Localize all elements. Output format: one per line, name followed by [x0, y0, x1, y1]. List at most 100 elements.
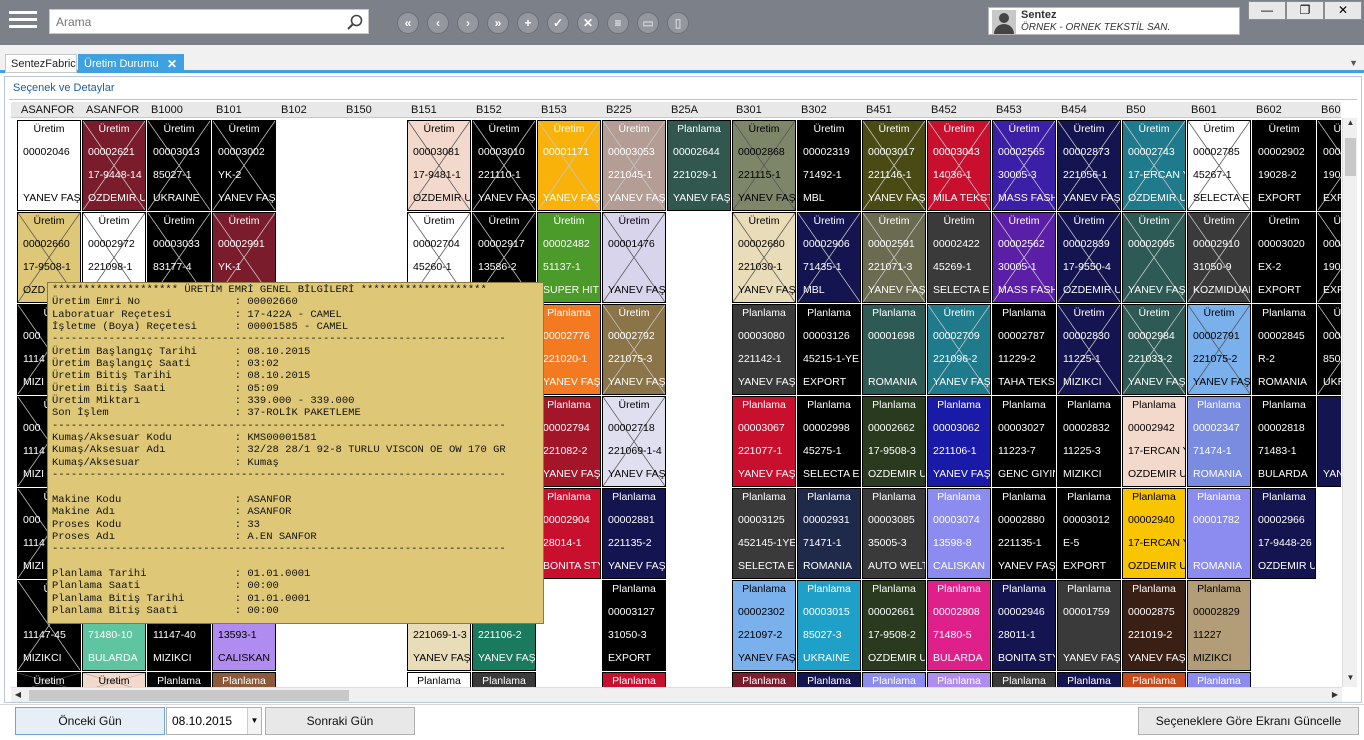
order-card[interactable]: Planlama 00002931 71471-1 ROMANIA: [797, 488, 861, 579]
order-card[interactable]: Planlama: [797, 672, 861, 687]
order-card[interactable]: Üretim 00002743 17-ERCAN Y OZDEMIR U: [1122, 120, 1186, 211]
add-button[interactable]: +: [517, 12, 539, 34]
order-card[interactable]: Planlama 00003062 221106-1 YANEV FAŞI: [927, 396, 991, 487]
column-header[interactable]: B50: [1126, 104, 1146, 116]
order-card[interactable]: Planlama 00002662 17-9508-3 OZDEMIR U: [862, 396, 926, 487]
list-button[interactable]: ≡: [607, 12, 629, 34]
order-card[interactable]: Üretim 00002791 221075-2 YANEV FAŞI: [1187, 304, 1251, 395]
column-header[interactable]: B152: [476, 104, 502, 116]
order-card[interactable]: Planlama: [862, 672, 926, 687]
order-card[interactable]: Üretim 00003017 221146-1 YANEV FAŞI: [862, 120, 926, 211]
order-card[interactable]: Planlama 00003080 221142-1 YANEV FAŞI: [732, 304, 796, 395]
order-card[interactable]: Üretim 00002839 17-9550-4 OZDEMIR U: [1057, 212, 1121, 303]
refresh-screen-button[interactable]: Seçeneklere Göre Ekranı Güncelle: [1138, 707, 1359, 735]
order-card[interactable]: Planlama: [992, 672, 1056, 687]
column-header[interactable]: B453: [996, 104, 1022, 116]
scroll-down-icon[interactable]: ▼: [1343, 673, 1358, 687]
order-card[interactable]: Planlama 00002787 11229-2 TAHA TEKS: [992, 304, 1056, 395]
order-card[interactable]: Planlama 00002776 221020-1 YANEV FAŞI: [537, 304, 601, 395]
order-card[interactable]: Üretim 00002422 45269-1 SELECTA ED: [927, 212, 991, 303]
next-day-button[interactable]: Sonraki Gün: [265, 707, 415, 735]
date-picker[interactable]: 08.10.2015 ▼: [166, 707, 262, 735]
order-card[interactable]: Üretim 00001476 YANEV FAŞI: [602, 212, 666, 303]
column-header[interactable]: B25A: [671, 104, 698, 116]
order-card[interactable]: Üretim 00003002 YK-2 YANEV FAŞI: [212, 120, 276, 211]
order-card[interactable]: Üretim 00002910 31050-9 KOZMIDUAI: [1187, 212, 1251, 303]
column-header[interactable]: B452: [931, 104, 957, 116]
order-card[interactable]: Planlama 00003125 452145-1YE SELECTA ED: [732, 488, 796, 579]
order-card[interactable]: Planlama: [472, 672, 536, 687]
column-header[interactable]: B1000: [151, 104, 183, 116]
column-header[interactable]: B102: [281, 104, 307, 116]
order-card[interactable]: Planlama 00003012 E-5 EXPORT: [1057, 488, 1121, 579]
order-card[interactable]: Planlama 00002818 71483-1 BULARDA: [1252, 396, 1316, 487]
order-card[interactable]: Planlama 00001759 YANEV FAŞI: [1057, 580, 1121, 671]
order-card[interactable]: Üretim 00002565 30005-3 MASS FASH: [992, 120, 1056, 211]
order-card[interactable]: Planlama 00002880 221135-1 YANEV FAŞI: [992, 488, 1056, 579]
order-card[interactable]: Planlama 00002808 71480-5 BULARDA: [927, 580, 991, 671]
order-card[interactable]: Üretim 00003010 221110-1 YANEV FAŞI: [472, 120, 536, 211]
order-card[interactable]: Planlama 00003126 45215-1-YE EXPORT: [797, 304, 861, 395]
order-card[interactable]: Planlama 00003127 31050-3 EXPORT: [602, 580, 666, 671]
column-header[interactable]: ASANFOR: [86, 104, 139, 116]
order-card[interactable]: Planlama 00002998 45275-1 SELECTA ED: [797, 396, 861, 487]
order-card[interactable]: Planlama 00002904 28014-1 BONITA STY: [537, 488, 601, 579]
order-card[interactable]: Üretim 00002868 221115-1 YANEV FAŞI: [732, 120, 796, 211]
order-card[interactable]: Üretim 00001171 YANEV FAŞI: [537, 120, 601, 211]
order-card[interactable]: Planlama 00002832 11225-3 MIZIKCI: [1057, 396, 1121, 487]
search-icon[interactable]: [346, 13, 364, 31]
column-header[interactable]: B601: [1191, 104, 1217, 116]
order-card[interactable]: Üretim 00002830 11225-1 MIZIKCI: [1057, 304, 1121, 395]
order-card[interactable]: Üretim: [17, 672, 81, 687]
column-header[interactable]: B603: [1321, 104, 1341, 116]
column-header[interactable]: B454: [1061, 104, 1087, 116]
column-header[interactable]: B301: [736, 104, 762, 116]
order-card[interactable]: Üretim 00002 850 UKR: [1317, 304, 1341, 395]
order-card[interactable]: Üretim 00002319 71492-1 MBL: [797, 120, 861, 211]
order-card[interactable]: Planlama 00003074 13598-8 CALISKAN: [927, 488, 991, 579]
order-card[interactable]: Planlama: [147, 672, 211, 687]
scroll-right-icon[interactable]: ▶: [1328, 688, 1342, 703]
order-card[interactable]: Üretim 00002792 221075-3 YANEV FAŞI: [602, 304, 666, 395]
order-card[interactable]: Üretim 00002709 221096-2 YANEV FAŞI: [927, 304, 991, 395]
column-header[interactable]: B150: [346, 104, 372, 116]
order-card[interactable]: Üretim 00002680 221030-1 YANEV FAŞI: [732, 212, 796, 303]
column-header[interactable]: B153: [541, 104, 567, 116]
order-card[interactable]: Planlama: [1122, 672, 1186, 687]
order-card[interactable]: Planlama 00001698 ROMANIA: [862, 304, 926, 395]
column-header[interactable]: B225: [606, 104, 632, 116]
save-button[interactable]: ✓: [547, 12, 569, 34]
column-header[interactable]: B101: [216, 104, 242, 116]
order-card[interactable]: Planlama 00002881 221135-2 YANEV FAŞI: [602, 488, 666, 579]
order-card[interactable]: Planlama: [927, 672, 991, 687]
order-card[interactable]: Planlama 00002940 17-ERCAN Y OZDEMIR U: [1122, 488, 1186, 579]
last-record-button[interactable]: »: [487, 12, 509, 34]
scroll-left-icon[interactable]: ◀: [11, 688, 25, 703]
order-card[interactable]: Planlama 00002661 17-9508-2 OZDEMIR U: [862, 580, 926, 671]
column-header[interactable]: B151: [411, 104, 437, 116]
order-card[interactable]: Planlama 00003067 221077-1 YANEV FAŞI: [732, 396, 796, 487]
order-card[interactable]: Üretim 00002591 221071-3 YANEV FAŞI: [862, 212, 926, 303]
vertical-scrollbar[interactable]: ▲ ▼: [1342, 118, 1357, 687]
cancel-button[interactable]: ✕: [577, 12, 599, 34]
column-header[interactable]: ASANFOR: [21, 104, 74, 116]
order-card[interactable]: Planlama: [1187, 672, 1251, 687]
order-card[interactable]: Planlama 00002302 221097-2 YANEV FAŞI: [732, 580, 796, 671]
first-record-button[interactable]: «: [397, 12, 419, 34]
order-card[interactable]: Üretim 00002 190 EXP: [1317, 120, 1341, 211]
tab-dropdown-icon[interactable]: ▼: [1349, 58, 1358, 68]
order-card[interactable]: Planlama: [407, 672, 471, 687]
order-card[interactable]: Üretim 00003013 85027-1 UKRAINE: [147, 120, 211, 211]
section-title[interactable]: Seçenek ve Detaylar: [13, 82, 115, 94]
order-card[interactable]: Üretim: [82, 672, 146, 687]
chevron-down-icon[interactable]: ▼: [247, 708, 261, 734]
order-card[interactable]: Üretim 00002 190 EXP: [1317, 212, 1341, 303]
search-input[interactable]: [50, 10, 330, 33]
close-window-button[interactable]: ✕: [1324, 1, 1362, 20]
scroll-thumb[interactable]: [1345, 138, 1356, 176]
order-card[interactable]: Üretim 00002482 51137-1 SUPER HIT: [537, 212, 601, 303]
order-card[interactable]: Pla YAN: [1317, 396, 1341, 487]
order-card[interactable]: Üretim 00002562 30005-1 MASS FASH: [992, 212, 1056, 303]
order-card[interactable]: Planlama 00002942 17-ERCAN Y OZDEMIR U: [1122, 396, 1186, 487]
next-record-button[interactable]: ›: [457, 12, 479, 34]
